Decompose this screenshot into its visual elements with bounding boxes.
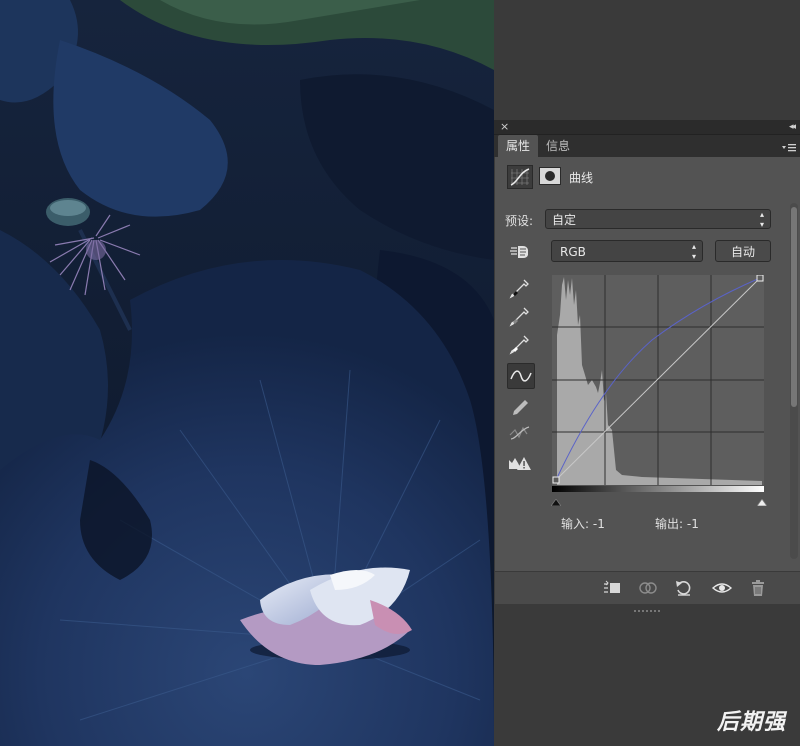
panel-title-strip: × ◂◂ [494, 120, 800, 135]
smooth-curve-icon[interactable] [507, 421, 533, 445]
layer-mask-icon[interactable] [539, 167, 561, 185]
view-previous-state-icon[interactable] [637, 578, 659, 598]
panel-menu-icon[interactable] [782, 139, 796, 152]
tab-info[interactable]: 信息 [538, 135, 578, 157]
adjustment-title: 曲线 [569, 171, 594, 185]
properties-panel: 曲线 预设: 自定 ▴ ▾ RGB ▴ ▾ 自动 输入: -1 输出: -1 [495, 157, 800, 604]
photo-canvas [0, 0, 494, 746]
panel-scrollbar[interactable] [790, 203, 798, 559]
collapse-panel-icon[interactable]: ◂◂ [789, 120, 796, 134]
clip-to-layer-icon[interactable] [601, 578, 623, 598]
gray-point-eyedropper-icon[interactable] [507, 305, 533, 329]
black-point-eyedropper-icon[interactable] [507, 277, 533, 301]
lotus-photo [0, 0, 494, 746]
delete-adjustment-icon[interactable] [747, 578, 769, 598]
panel-tabs: 属性 信息 [494, 135, 800, 157]
clipping-warning-icon[interactable] [507, 451, 533, 475]
pencil-draw-icon[interactable] [507, 393, 533, 417]
output-readout: 输出: -1 [655, 517, 699, 531]
preset-label: 预设: [505, 214, 534, 228]
preset-value: 自定 [552, 213, 577, 227]
black-point-handle [552, 476, 560, 484]
photoshop-workspace: × ◂◂ 属性 信息 曲线 预设: 自定 ▴ ▾ RGB ▴ ▾ 自动 输入: … [494, 0, 800, 746]
black-input-slider[interactable] [550, 491, 562, 507]
preset-dropdown[interactable]: 自定 ▴ ▾ [545, 209, 771, 229]
histogram [557, 277, 762, 485]
curve-edit-icon[interactable] [507, 363, 535, 389]
on-image-adjust-hand-icon[interactable] [509, 243, 531, 261]
white-point-handle [756, 275, 764, 282]
channel-dropdown[interactable]: RGB ▴ ▾ [551, 240, 703, 262]
panel-resize-grip[interactable] [634, 598, 660, 612]
tab-properties[interactable]: 属性 [498, 135, 539, 157]
reset-adjustment-icon[interactable] [673, 578, 695, 598]
input-gradient-bar [552, 486, 764, 492]
white-point-eyedropper-icon[interactable] [507, 333, 533, 357]
white-input-slider[interactable] [756, 491, 768, 507]
scrollbar-thumb[interactable] [791, 207, 797, 407]
toggle-visibility-eye-icon[interactable] [711, 578, 733, 598]
input-readout: 输入: -1 [561, 517, 605, 531]
watermark-logo: 后期强 [716, 710, 786, 735]
close-panel-icon[interactable]: × [500, 120, 509, 134]
channel-value: RGB [560, 245, 586, 259]
auto-button[interactable]: 自动 [715, 240, 771, 262]
curves-graph[interactable] [552, 275, 764, 485]
curves-adjustment-icon [507, 165, 533, 189]
select-arrows-icon: ▴ ▾ [691, 242, 696, 261]
select-arrows-icon: ▴ ▾ [759, 210, 764, 229]
